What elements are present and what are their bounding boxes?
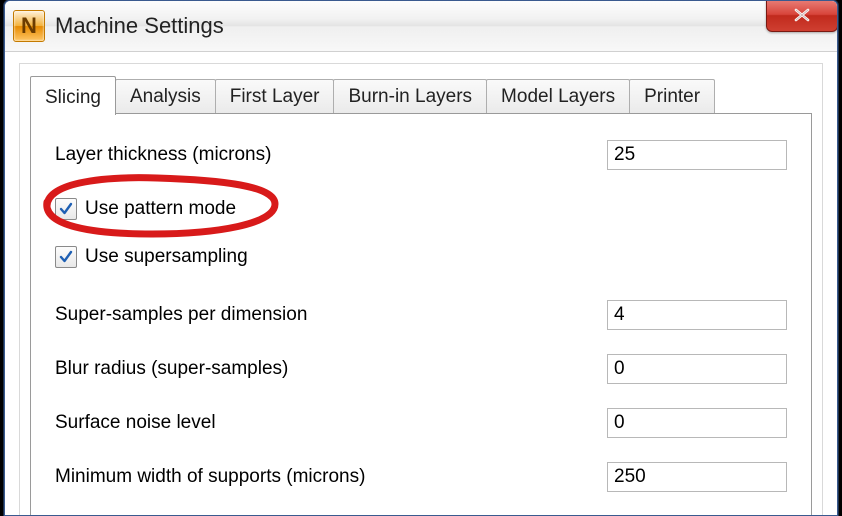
use-pattern-mode-checkbox[interactable]: [55, 198, 77, 220]
tab-label: Slicing: [45, 87, 101, 108]
layer-thickness-label: Layer thickness (microns): [55, 144, 271, 166]
close-button[interactable]: [766, 0, 838, 32]
tabpage-slicing: Layer thickness (microns) Use pattern mo…: [30, 113, 812, 515]
super-samples-input[interactable]: [607, 300, 787, 330]
tab-printer[interactable]: Printer: [629, 79, 715, 114]
tab-label: Model Layers: [501, 86, 615, 107]
layer-thickness-input[interactable]: [607, 140, 787, 170]
tab-label: First Layer: [230, 86, 320, 107]
app-icon: N: [13, 10, 45, 42]
surface-noise-input[interactable]: [607, 408, 787, 438]
row-blur-radius: Blur radius (super-samples): [55, 352, 787, 386]
row-super-samples: Super-samples per dimension: [55, 298, 787, 332]
use-supersampling-label: Use supersampling: [85, 246, 248, 268]
min-support-width-input[interactable]: [607, 462, 787, 492]
close-icon: [787, 8, 817, 22]
row-layer-thickness: Layer thickness (microns): [55, 138, 787, 172]
row-min-support-width: Minimum width of supports (microns): [55, 460, 787, 494]
row-use-supersampling: Use supersampling: [55, 240, 787, 274]
tabstrip: Slicing Analysis First Layer Burn-in Lay…: [30, 76, 812, 114]
use-pattern-mode-label: Use pattern mode: [85, 198, 236, 220]
blur-radius-label: Blur radius (super-samples): [55, 358, 288, 380]
client-area: Slicing Analysis First Layer Burn-in Lay…: [19, 63, 823, 515]
surface-noise-label: Surface noise level: [55, 412, 216, 434]
window-title: Machine Settings: [55, 13, 224, 39]
tab-label: Analysis: [130, 86, 201, 107]
tab-first-layer[interactable]: First Layer: [215, 79, 335, 114]
row-surface-noise: Surface noise level: [55, 406, 787, 440]
check-icon: [58, 201, 74, 217]
check-icon: [58, 249, 74, 265]
super-samples-label: Super-samples per dimension: [55, 304, 307, 326]
blur-radius-input[interactable]: [607, 354, 787, 384]
tab-model-layers[interactable]: Model Layers: [486, 79, 630, 114]
tab-label: Burn-in Layers: [348, 86, 472, 107]
tab-slicing[interactable]: Slicing: [30, 76, 116, 115]
min-support-width-label: Minimum width of supports (microns): [55, 466, 365, 488]
tab-analysis[interactable]: Analysis: [115, 79, 216, 114]
tab-burn-in-layers[interactable]: Burn-in Layers: [333, 79, 487, 114]
titlebar: N Machine Settings: [5, 1, 837, 52]
app-icon-letter: N: [21, 13, 37, 39]
use-supersampling-checkbox[interactable]: [55, 246, 77, 268]
settings-window: N Machine Settings Slicing Analysis Firs…: [4, 0, 838, 516]
row-use-pattern-mode: Use pattern mode: [55, 192, 787, 226]
tab-label: Printer: [644, 86, 700, 107]
